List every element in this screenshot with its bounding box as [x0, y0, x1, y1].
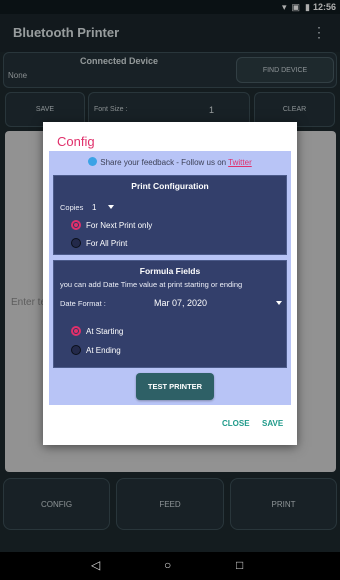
radio-label: At Starting — [86, 326, 124, 336]
back-icon[interactable]: ◁ — [91, 558, 100, 572]
twitter-link[interactable]: Twitter — [228, 158, 252, 167]
radio-selected-icon — [71, 326, 81, 336]
radio-unselected-icon — [71, 238, 81, 248]
twitter-bird-icon — [88, 157, 98, 166]
recents-icon[interactable]: □ — [236, 558, 243, 572]
formula-description: you can add Date Time value at print sta… — [60, 280, 243, 289]
dialog-body: Share your feedback - Follow us on Twitt… — [49, 151, 291, 405]
print-configuration-section: Print Configuration Copies 1 For Next Pr… — [53, 175, 287, 255]
copies-value: 1 — [92, 203, 97, 212]
date-format-dropdown[interactable]: Mar 07, 2020 — [154, 298, 207, 308]
test-printer-button[interactable]: TEST PRINTER — [136, 373, 214, 400]
home-icon[interactable]: ○ — [164, 558, 171, 572]
radio-at-starting[interactable]: At Starting — [71, 326, 123, 336]
radio-label: At Ending — [86, 345, 121, 355]
chevron-down-icon — [276, 301, 282, 305]
formula-fields-title: Formula Fields — [139, 266, 201, 276]
radio-label: For All Print — [86, 238, 128, 248]
radio-label: For Next Print only — [86, 220, 153, 230]
close-button[interactable]: CLOSE — [222, 419, 250, 428]
copies-label: Copies — [60, 203, 84, 212]
config-dialog: Config Share your feedback - Follow us o… — [43, 122, 297, 445]
radio-unselected-icon — [71, 345, 81, 355]
dialog-title: Config — [57, 134, 95, 149]
print-configuration-title: Print Configuration — [131, 181, 209, 191]
chevron-down-icon — [108, 205, 115, 209]
radio-all-print[interactable]: For All Print — [71, 238, 127, 248]
radio-at-ending[interactable]: At Ending — [71, 345, 121, 355]
feedback-text: Share your feedback - Follow us on — [100, 158, 227, 167]
dialog-save-button[interactable]: SAVE — [262, 419, 283, 428]
radio-selected-icon — [71, 220, 81, 230]
radio-next-print[interactable]: For Next Print only — [71, 220, 152, 230]
feedback-line: Share your feedback - Follow us on Twitt… — [49, 157, 291, 167]
copies-dropdown[interactable]: 1 — [92, 203, 115, 212]
formula-fields-section: Formula Fields you can add Date Time val… — [53, 260, 287, 368]
date-format-label: Date Format : — [60, 299, 106, 308]
navigation-bar: ◁ ○ □ — [0, 552, 340, 580]
